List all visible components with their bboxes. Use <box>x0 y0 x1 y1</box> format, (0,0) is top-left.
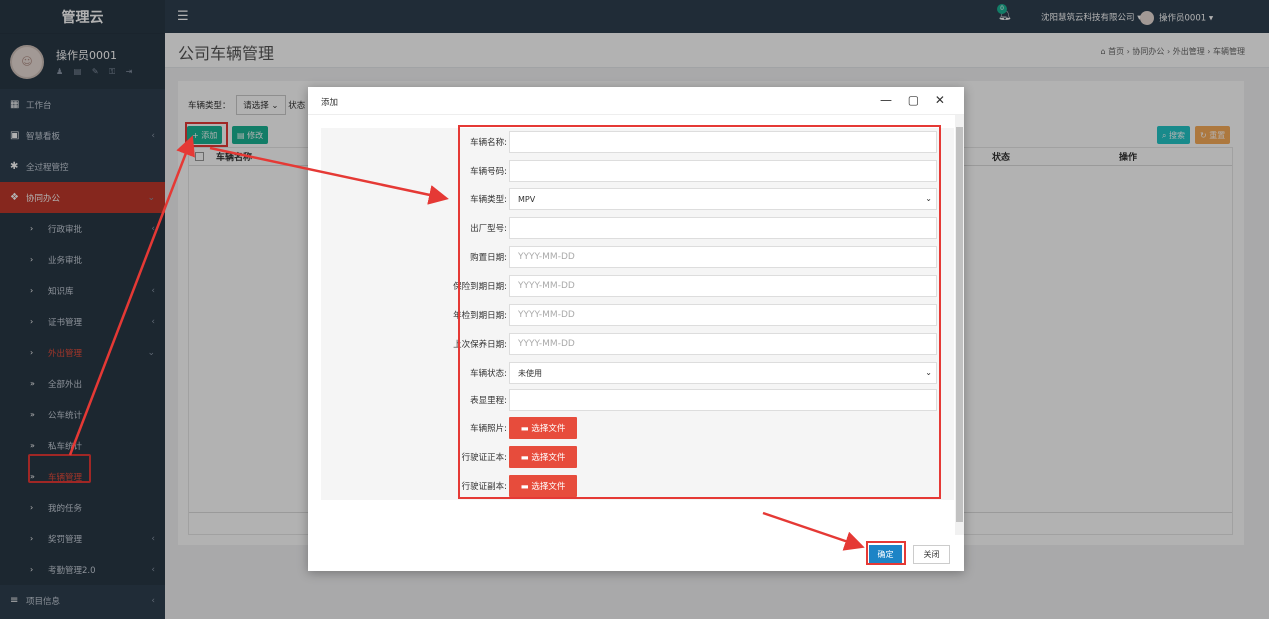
arrow-menu-to-add <box>68 135 195 456</box>
arrow-to-confirm <box>762 511 865 551</box>
arrow-add-to-form <box>209 146 449 205</box>
annotation-arrows <box>68 135 865 551</box>
